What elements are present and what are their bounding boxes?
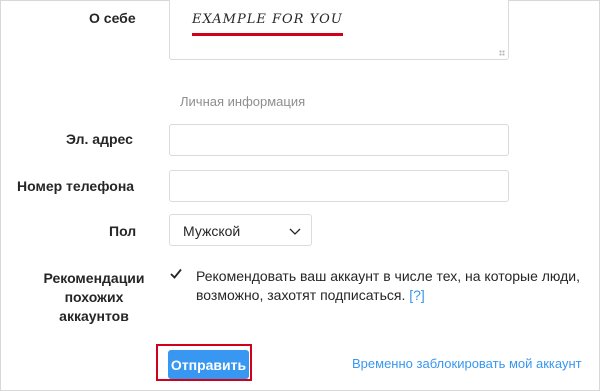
recommendations-description: Рекомендовать ваш аккаунт в числе тех, н… (196, 267, 586, 305)
recommendations-label-line1: Рекомендации (43, 270, 145, 286)
phone-label: Номер телефона (17, 178, 135, 194)
recommendations-label-line3: аккаунтов (59, 308, 129, 324)
recommendations-label: Рекомендации похожих аккаунтов (31, 269, 157, 326)
bio-text: EXAMPLE FOR YOU (192, 12, 343, 27)
bio-textarea[interactable]: EXAMPLE FOR YOU (169, 0, 509, 60)
bio-highlight-underline (192, 33, 343, 36)
gender-select[interactable]: Мужской (169, 214, 312, 246)
email-label: Эл. адрес (66, 131, 133, 147)
gender-label: Пол (109, 223, 137, 239)
resize-handle-icon[interactable] (499, 50, 505, 56)
edit-profile-form: О себе EXAMPLE FOR YOU Личная информация… (0, 0, 600, 391)
checkmark-icon (170, 268, 182, 279)
personal-info-section-title: Личная информация (180, 94, 306, 109)
gender-selected-value: Мужской (183, 223, 241, 239)
bio-label: О себе (89, 10, 136, 26)
chevron-down-icon (289, 224, 301, 242)
email-field[interactable] (169, 124, 509, 156)
help-link[interactable]: [?] (409, 287, 425, 303)
submit-button[interactable]: Отправить (168, 350, 249, 379)
recommendations-label-line2: похожих (64, 289, 124, 305)
phone-field[interactable] (169, 170, 509, 202)
recommendations-checkbox[interactable] (169, 267, 183, 281)
disable-account-link[interactable]: Временно заблокировать мой аккаунт (352, 356, 582, 371)
recommendations-text: Рекомендовать ваш аккаунт в числе тех, н… (196, 268, 580, 303)
